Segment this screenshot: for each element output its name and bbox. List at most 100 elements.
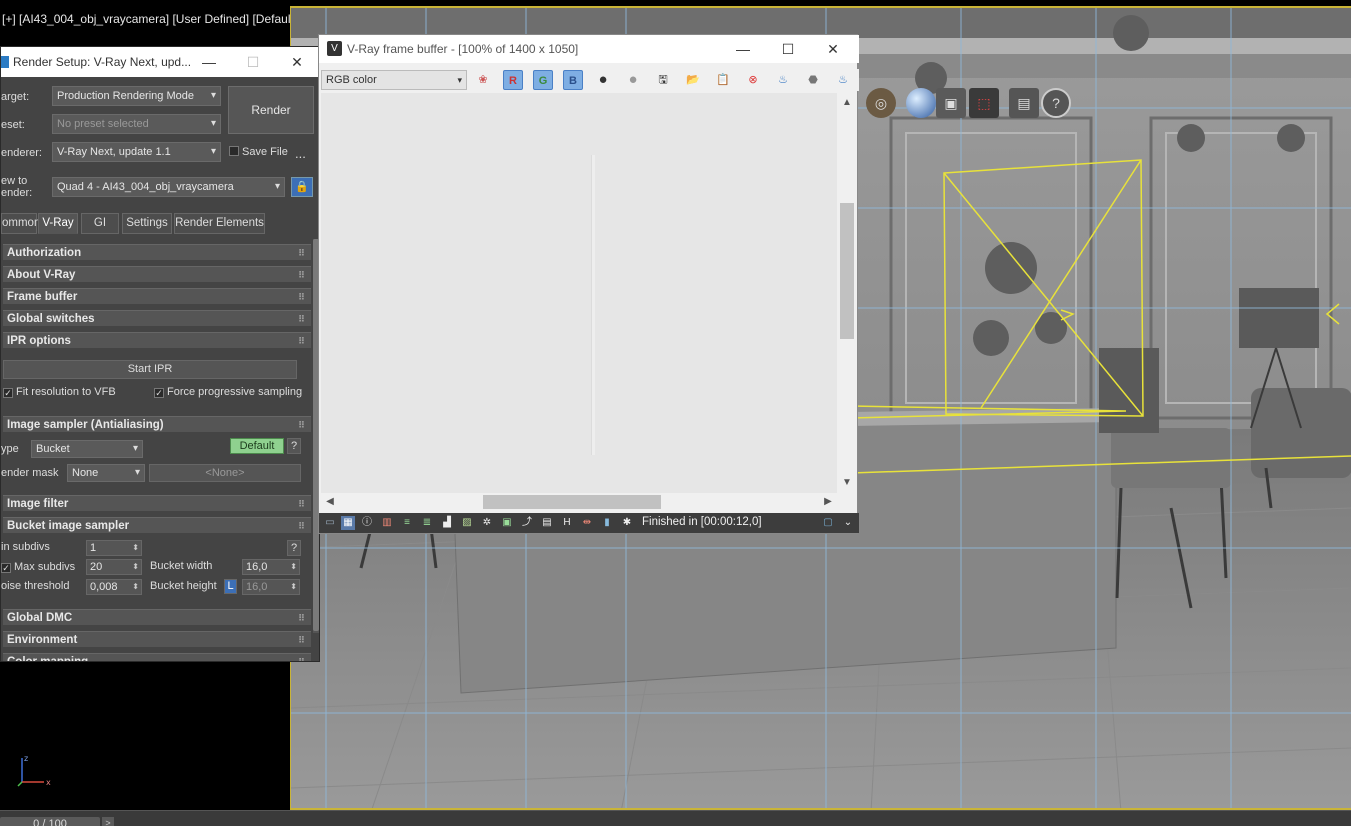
color-channels-icon[interactable]: ❀ [473,70,493,90]
scroll-right-icon[interactable]: ▶ [821,496,835,507]
rollout-global-switches[interactable]: Global switches [3,310,311,327]
bucket-help-button[interactable]: ? [287,540,301,556]
save-file-toggle[interactable]: Save File [229,146,288,158]
rollout-environment[interactable]: Environment [3,631,311,648]
vfb-vertical-scrollbar[interactable]: ▲ ▼ [838,93,856,493]
render-mask-dropdown[interactable]: None [67,464,145,482]
force-progressive-checkbox[interactable]: ✓ [154,388,164,398]
view-to-render-dropdown[interactable]: Quad 4 - AI43_004_obj_vraycamera [52,177,285,197]
lens-effects-icon[interactable]: ✱ [620,516,634,530]
noise-threshold-spinner[interactable]: 0,008 [86,579,142,595]
lut-icon[interactable]: ▤ [540,516,554,530]
bucket-height-lock-button[interactable]: L [224,579,237,594]
load-image-icon[interactable]: 📂 [683,70,703,90]
save-image-icon[interactable]: 🖫 [653,70,673,90]
preset-dropdown[interactable]: No preset selected [52,114,221,134]
tab-settings[interactable]: Settings [122,213,172,234]
material-editor-icon[interactable]: ▣ [936,88,966,118]
hsl-icon[interactable]: ≡ [400,516,414,530]
start-ipr-button[interactable]: Start IPR [3,360,297,379]
material-sphere-icon[interactable] [906,88,936,118]
bucket-height-spinner[interactable]: 16,0 [242,579,300,595]
bucket-width-spinner[interactable]: 16,0 [242,559,300,575]
render-teapot-vfb-icon[interactable]: ♨ [773,70,793,90]
rollout-frame-buffer[interactable]: Frame buffer [3,288,311,305]
white-balance-icon[interactable]: ✲ [480,516,494,530]
rollout-image-sampler[interactable]: Image sampler (Antialiasing) [3,416,311,433]
sampler-type-dropdown[interactable]: Bucket [31,440,143,458]
rollout-bucket-sampler[interactable]: Bucket image sampler [3,517,311,534]
expand-icon[interactable]: ⌄ [841,516,855,530]
vfb-titlebar[interactable]: V V-Ray frame buffer - [100% of 1400 x 1… [319,35,859,63]
close-icon[interactable]: ✕ [275,47,319,77]
background-image-icon[interactable]: ▣ [500,516,514,530]
maximize-icon[interactable]: ☐ [231,47,275,77]
vfb-close-icon[interactable]: ✕ [811,35,855,63]
force-progressive-option[interactable]: ✓ Force progressive sampling [154,386,302,398]
color-correction-icon[interactable]: ▥ [380,516,394,530]
timeline-next-button[interactable]: > [102,817,114,826]
renderer-dropdown[interactable]: V-Ray Next, update 1.1 [52,142,221,162]
vfb-render-canvas[interactable] [321,93,837,493]
stop-button-icon[interactable]: ⬣ [803,70,823,90]
minimize-icon[interactable]: — [187,47,231,77]
clear-image-icon[interactable]: 📋 [713,70,733,90]
exposure-icon[interactable]: ▨ [460,516,474,530]
rollout-authorization[interactable]: Authorization [3,244,311,261]
render-setup-titlebar[interactable]: Render Setup: V-Ray Next, upd... — ☐ ✕ [1,47,319,77]
lock-view-icon[interactable]: 🔒 [291,177,313,197]
tab-common[interactable]: ommon [1,213,40,234]
tab-render-elements[interactable]: Render Elements [174,213,265,234]
rollout-about[interactable]: About V-Ray [3,266,311,283]
sampler-help-button[interactable]: ? [287,438,301,454]
render-last-icon[interactable]: ♨ [833,70,853,90]
blue-channel-button[interactable]: B [563,70,583,90]
h-icon[interactable]: H [560,516,574,530]
rollout-ipr-options[interactable]: IPR options [3,332,311,349]
panel-toggle-icon[interactable]: ▢ [821,516,835,530]
rollout-global-dmc[interactable]: Global DMC [3,609,311,626]
history-icon[interactable]: ▭ [323,516,337,530]
info-icon[interactable]: ⓘ [360,516,374,530]
default-button[interactable]: Default [230,438,284,454]
stamp-icon[interactable]: ▮ [600,516,614,530]
max-subdivs-checkbox[interactable]: ✓ [1,563,11,573]
vfb-maximize-icon[interactable]: ☐ [766,35,810,63]
vfb-horizontal-scrollbar[interactable]: ◀ ▶ [321,493,837,511]
vfb-hscroll-thumb[interactable] [483,495,661,509]
more-options-button[interactable]: ... [295,146,306,161]
layers-icon[interactable]: ▦ [341,516,355,530]
rollout-color-mapping[interactable]: Color mapping [3,653,311,661]
render-frame-window-icon[interactable]: ▤ [1009,88,1039,118]
max-subdivs-spinner[interactable]: 20 [86,559,142,575]
mask-object-button[interactable]: <None> [149,464,301,482]
scroll-down-icon[interactable]: ▼ [840,477,854,488]
min-subdivs-spinner[interactable]: 1 [86,540,142,556]
tab-vray[interactable]: V-Ray [38,213,78,234]
channel-dropdown[interactable]: RGB color [321,70,467,90]
time-slider[interactable] [0,810,1351,826]
target-dropdown[interactable]: Production Rendering Mode [52,86,221,106]
red-channel-button[interactable]: R [503,70,523,90]
alpha-white-icon[interactable]: ● [593,70,613,90]
save-file-checkbox[interactable] [229,146,239,156]
compare-icon[interactable]: ⇹ [580,516,594,530]
tab-gi[interactable]: GI [81,213,119,234]
mono-icon[interactable]: ● [623,70,643,90]
max-subdivs-option[interactable]: ✓ Max subdivs [1,561,75,573]
histogram-icon[interactable]: ▟ [440,516,454,530]
scroll-left-icon[interactable]: ◀ [323,496,337,507]
vfb-vscroll-thumb[interactable] [840,203,854,339]
frame-counter[interactable]: 0 / 100 [0,817,100,826]
rollout-image-filter[interactable]: Image filter [3,495,311,512]
levels-icon[interactable]: ≣ [420,516,434,530]
stop-render-icon[interactable]: ⊗ [743,70,763,90]
render-teapot-icon[interactable]: ◎ [866,88,896,118]
vfb-minimize-icon[interactable]: — [721,35,765,63]
curve-icon[interactable]: ⤴ [520,516,534,530]
fit-resolution-option[interactable]: ✓ Fit resolution to VFB [3,386,116,398]
help-icon[interactable]: ? [1041,88,1071,118]
scroll-up-icon[interactable]: ▲ [840,97,854,108]
green-channel-button[interactable]: G [533,70,553,90]
render-button[interactable]: Render [228,86,314,134]
